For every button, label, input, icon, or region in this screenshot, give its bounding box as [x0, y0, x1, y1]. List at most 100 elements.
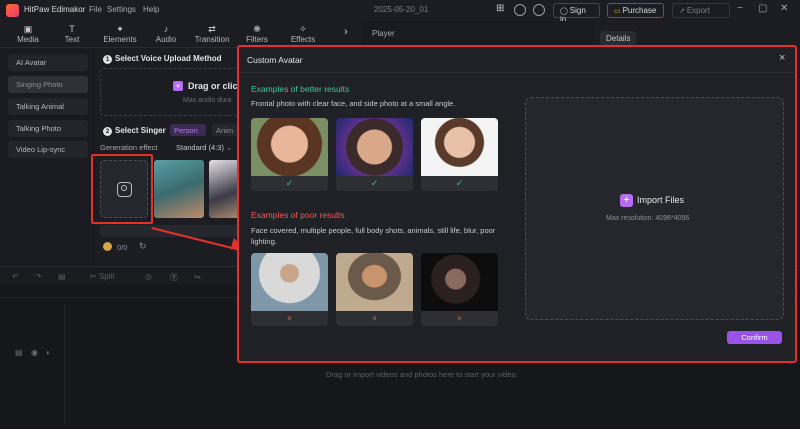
- tool-filters[interactable]: ❋ Filters: [240, 24, 274, 44]
- credits-count: 0/0: [117, 243, 128, 252]
- cross-icon: ×: [287, 314, 292, 323]
- purchase-button[interactable]: ▭ Purchase: [607, 3, 664, 18]
- timeline-drop-hint: Drag or import videos and photos here to…: [326, 370, 518, 379]
- good-example-card: ✓: [336, 118, 413, 191]
- nav-ai-avatar[interactable]: AI Avatar: [8, 54, 88, 71]
- singer-thumbnail[interactable]: [209, 160, 240, 218]
- good-examples-desc: Frontal photo with clear face, and side …: [251, 99, 456, 108]
- download-icon[interactable]: [533, 4, 545, 16]
- tool-elements[interactable]: ✦ Elements: [97, 24, 143, 44]
- speed-icon[interactable]: ⇋: [194, 272, 201, 281]
- tool-audio[interactable]: ♪ Audio: [148, 24, 184, 44]
- singer-thumbnail[interactable]: [154, 160, 204, 218]
- tool-text[interactable]: T Text: [52, 24, 92, 44]
- tool-transition[interactable]: ⇄ Transition: [189, 24, 235, 44]
- delete-icon[interactable]: ▤: [58, 272, 66, 281]
- text-tool-icon[interactable]: Ⓣ: [170, 272, 178, 283]
- dialog-title: Custom Avatar: [247, 55, 303, 65]
- check-icon: ✓: [285, 178, 294, 188]
- close-window-icon[interactable]: ✕: [780, 3, 788, 14]
- project-name: 2025-05-20_01: [374, 5, 429, 14]
- good-examples-heading: Examples of better results: [251, 84, 350, 94]
- track-audio-icon[interactable]: ◐: [46, 348, 51, 357]
- import-drop-zone[interactable]: + Import Files Max resolution: 4096*4096: [525, 97, 784, 320]
- menu-file[interactable]: File: [89, 5, 102, 14]
- tab-details[interactable]: Details: [600, 31, 636, 46]
- app-logo-icon: [6, 4, 19, 17]
- audio-icon: ♪: [163, 24, 169, 34]
- nav-singing-photo[interactable]: Singing Photo: [8, 76, 88, 93]
- tool-effects[interactable]: ✧ Effects: [285, 24, 321, 44]
- max-resolution-note: Max resolution: 4096*4096: [606, 215, 690, 222]
- step1-label: Select Voice Upload Method: [115, 54, 222, 63]
- split-label: Split: [98, 272, 115, 281]
- cross-icon: ×: [372, 314, 377, 323]
- title-bar: HitPaw Edimakor File Settings Help 2025-…: [0, 0, 800, 24]
- title-divider: [239, 72, 795, 73]
- close-icon[interactable]: ×: [779, 52, 785, 64]
- confirm-button[interactable]: Confirm: [727, 331, 782, 344]
- tool-elements-label: Elements: [103, 35, 137, 44]
- step1-heading: 1 Select Voice Upload Method: [103, 54, 222, 64]
- tool-effects-label: Effects: [290, 35, 316, 44]
- purchase-label: Purchase: [622, 6, 657, 15]
- tool-audio-label: Audio: [155, 35, 177, 44]
- left-nav: AI Avatar Singing Photo Talking Animal T…: [0, 48, 95, 266]
- poor-example-card: ×: [336, 253, 413, 326]
- gift-icon[interactable]: ⊞: [496, 3, 504, 14]
- generation-effect-select[interactable]: Standard (4:3) ⌄: [176, 143, 232, 152]
- redo-icon[interactable]: ↷: [35, 272, 42, 281]
- track-divider: [64, 304, 65, 424]
- example-photo: [421, 253, 498, 311]
- generation-effect-label: Generation effect: [100, 143, 158, 152]
- example-photo: [336, 253, 413, 311]
- transition-icon: ⇄: [208, 24, 216, 34]
- tool-text-label: Text: [64, 35, 80, 44]
- custom-avatar-slot[interactable]: [100, 160, 148, 218]
- sign-in-button[interactable]: ◯ Sign in: [553, 3, 600, 24]
- minimize-icon[interactable]: −: [737, 3, 743, 14]
- refresh-icon[interactable]: ↻: [139, 241, 147, 252]
- step2-label: Select Singer: [115, 126, 166, 135]
- check-icon: ✓: [455, 178, 464, 188]
- text-icon: T: [69, 24, 75, 34]
- track-visible-icon[interactable]: ◉: [31, 348, 38, 357]
- elements-icon: ✦: [116, 24, 124, 34]
- plus-icon: +: [620, 194, 633, 207]
- nav-talking-animal[interactable]: Talking Animal: [8, 98, 88, 115]
- effects-icon: ✧: [299, 24, 307, 34]
- track-lock-icon[interactable]: ▤: [15, 348, 23, 357]
- good-example-card: ✓: [251, 118, 328, 191]
- poor-example-card: ×: [251, 253, 328, 326]
- maximize-icon[interactable]: ▢: [758, 3, 767, 14]
- nav-talking-photo[interactable]: Talking Photo: [8, 120, 88, 137]
- media-icon: ▣: [23, 24, 33, 34]
- app-title: HitPaw Edimakor: [24, 5, 86, 14]
- export-label: Export: [686, 6, 710, 15]
- nav-video-lip-sync[interactable]: Video Lip-sync: [8, 141, 88, 158]
- drag-label: Drag or clic: [188, 81, 238, 91]
- tab-person[interactable]: Person: [170, 124, 206, 136]
- split-button[interactable]: ✂ Split: [90, 272, 115, 281]
- chevron-right-icon[interactable]: ›: [344, 26, 348, 38]
- example-photo: [421, 118, 498, 176]
- tool-media[interactable]: ▣ Media: [6, 24, 50, 44]
- export-button[interactable]: ↗ Export: [672, 3, 730, 18]
- media-toolbar: ▣ Media T Text ✦ Elements ♪ Audio ⇄ Tran…: [0, 21, 362, 48]
- tool-filters-label: Filters: [246, 35, 268, 44]
- record-icon[interactable]: ◎: [145, 272, 152, 281]
- undo-icon[interactable]: ↶: [12, 272, 19, 281]
- poor-examples-heading: Examples of poor results: [251, 210, 345, 220]
- check-icon: ✓: [370, 178, 379, 188]
- menu-help[interactable]: Help: [143, 5, 159, 14]
- tab-anime[interactable]: Anim: [212, 124, 238, 136]
- step2-heading: 2 Select Singer: [103, 126, 166, 136]
- feedback-icon[interactable]: [514, 4, 526, 16]
- coin-icon: [103, 242, 112, 251]
- drag-hint: Max audio dura: [183, 97, 232, 104]
- example-photo: [251, 253, 328, 311]
- poor-example-card: ×: [421, 253, 498, 326]
- example-photo: [251, 118, 328, 176]
- voice-upload-area[interactable]: + Drag or clic Max audio dura: [100, 68, 240, 116]
- menu-settings[interactable]: Settings: [107, 5, 136, 14]
